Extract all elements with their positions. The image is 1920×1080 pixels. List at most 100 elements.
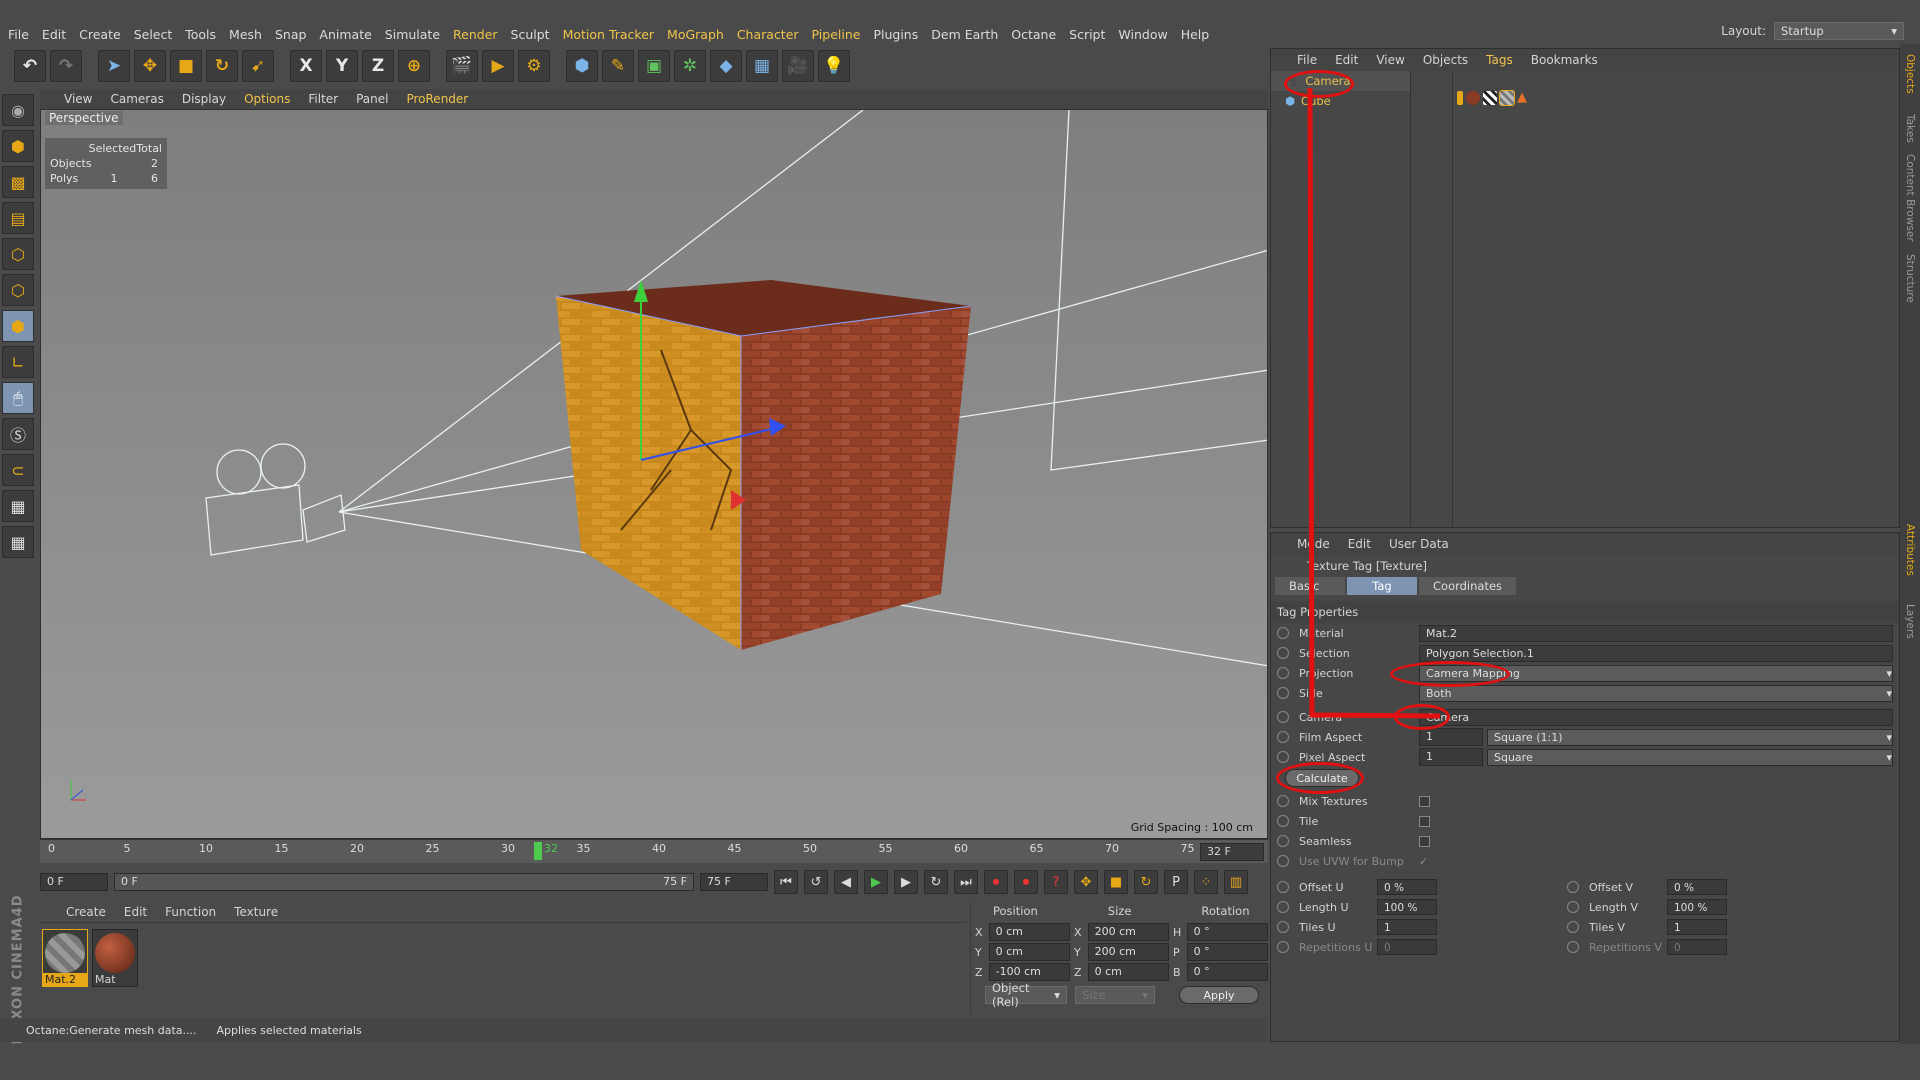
menu-snap[interactable]: Snap [275,27,306,42]
attribute-menu-user-data[interactable]: User Data [1389,537,1449,551]
material-mat[interactable]: Mat [92,929,138,987]
tweak-icon[interactable]: 🖱 [2,382,34,414]
apply-button[interactable]: Apply [1179,986,1259,1004]
size-field[interactable]: 200 cm [1087,923,1169,941]
previous-key-icon[interactable]: ↺ [804,870,828,894]
coordinate-system-icon[interactable]: ⊕ [398,50,430,82]
side-tab-attributes[interactable]: Attributes [1904,524,1916,576]
material-menu-texture[interactable]: Texture [234,905,278,919]
material-menu-edit[interactable]: Edit [124,905,147,919]
viewport-perspective[interactable]: Perspective Selected Total Objects 2 Polys… [40,109,1268,839]
subdivision-icon[interactable]: ▣ [638,50,670,82]
checker-tag-icon[interactable] [1483,91,1497,105]
menu-create[interactable]: Create [79,27,121,42]
play-icon[interactable]: ▶ [864,870,888,894]
deformer-icon[interactable]: ◆ [710,50,742,82]
material-menu-create[interactable]: Create [66,905,106,919]
menu-select[interactable]: Select [134,27,173,42]
key-parameter-icon[interactable]: P [1164,870,1188,894]
layout-select[interactable]: Startup ▾ [1774,22,1904,40]
playhead[interactable] [534,842,542,860]
menu-edit[interactable]: Edit [42,27,66,42]
floor-icon[interactable]: ▦ [746,50,778,82]
keyframe-selection-icon[interactable]: ? [1044,870,1068,894]
position-field[interactable]: 0 cm [988,943,1070,961]
timeline-ruler[interactable]: 0 5 10 15 20 25 30 35 40 45 50 55 60 65 70 75 32 32 F [40,839,1268,863]
planar-workplane-icon[interactable]: ▦ [2,526,34,558]
pen-spline-icon[interactable]: ✎ [602,50,634,82]
next-key-icon[interactable]: ↻ [924,870,948,894]
snap-icon[interactable]: Ⓢ [2,418,34,450]
viewport-menu-display[interactable]: Display [182,92,226,106]
workplane-lock-icon[interactable]: ▦ [2,490,34,522]
size-mode-select[interactable]: Size ▾ [1075,986,1155,1004]
repetitions-u-field[interactable]: 0 [1377,939,1437,955]
viewport-menu-cameras[interactable]: Cameras [110,92,163,106]
workplane-icon[interactable]: ▤ [2,202,34,234]
side-tab-layers[interactable]: Layers [1904,604,1916,639]
material-menu-function[interactable]: Function [165,905,216,919]
attribute-menu-edit[interactable]: Edit [1348,537,1371,551]
model-mode-icon[interactable]: ⬢ [2,130,34,162]
tile-checkbox[interactable] [1419,815,1430,827]
menu-sculpt[interactable]: Sculpt [511,27,550,42]
attribute-menu-mode[interactable]: Mode [1297,537,1330,551]
tiles-u-field[interactable]: 1 [1377,919,1437,935]
go-to-start-icon[interactable]: ⏮ [774,870,798,894]
side-tab-content-browser[interactable]: Content Browser [1904,154,1916,242]
polygons-mode-icon[interactable]: ⬢ [2,310,34,342]
record-icon[interactable]: ⏺ [984,870,1008,894]
object-menu-bookmarks[interactable]: Bookmarks [1531,53,1598,67]
rotate-icon[interactable]: ↻ [206,50,238,82]
array-icon[interactable]: ✲ [674,50,706,82]
autokey-icon[interactable]: ⏺ [1014,870,1038,894]
menu-window[interactable]: Window [1118,27,1167,42]
side-tab-structure[interactable]: Structure [1904,254,1916,303]
cube-primitive-icon[interactable]: ⬢ [566,50,598,82]
texture-tag-mat2-icon[interactable] [1499,90,1515,106]
size-field[interactable]: 0 cm [1087,963,1169,981]
menu-animate[interactable]: Animate [319,27,371,42]
start-frame-field[interactable]: 0 F [40,873,108,891]
position-field[interactable]: 0 cm [988,923,1070,941]
viewport-menu-prorender[interactable]: ProRender [406,92,468,106]
position-field[interactable]: -100 cm [988,963,1070,981]
previous-frame-icon[interactable]: ◀ [834,870,858,894]
object-menu-file[interactable]: File [1297,53,1317,67]
size-field[interactable]: 200 cm [1087,943,1169,961]
material-mat2[interactable]: Mat.2 [42,929,88,987]
tiles-v-field[interactable]: 1 [1667,919,1727,935]
viewport-menu-panel[interactable]: Panel [356,92,388,106]
menu-character[interactable]: Character [737,27,799,42]
recent-tool-icon[interactable]: ➹ [242,50,274,82]
checkmark-icon[interactable]: ✓ [1419,855,1428,868]
menu-mesh[interactable]: Mesh [229,27,262,42]
scale-icon[interactable]: ■ [170,50,202,82]
go-to-end-icon[interactable]: ⏭ [954,870,978,894]
edges-mode-icon[interactable]: ⬡ [2,274,34,306]
length-u-field[interactable]: 100 % [1377,899,1437,915]
mix-textures-checkbox[interactable] [1419,795,1430,807]
offset-v-field[interactable]: 0 % [1667,879,1727,895]
viewport-menu-options[interactable]: Options [244,92,290,106]
viewport-menu-filter[interactable]: Filter [308,92,338,106]
menu-plugins[interactable]: Plugins [873,27,918,42]
key-rotation-icon[interactable]: ↻ [1134,870,1158,894]
selection-tag-icon[interactable]: ▲ [1517,91,1531,105]
key-pla-icon[interactable]: ⁘ [1194,870,1218,894]
move-icon[interactable]: ✥ [134,50,166,82]
menu-dem-earth[interactable]: Dem Earth [931,27,998,42]
preview-range-slider[interactable]: 0 F 75 F [114,873,694,891]
menu-mograph[interactable]: MoGraph [667,27,724,42]
selection-field[interactable]: Polygon Selection.1 [1419,644,1893,662]
camera-icon[interactable]: 🎥 [782,50,814,82]
object-menu-objects[interactable]: Objects [1423,53,1468,67]
menu-render[interactable]: Render [453,27,498,42]
seamless-checkbox[interactable] [1419,835,1430,847]
menu-pipeline[interactable]: Pipeline [812,27,861,42]
pixel-aspect-select[interactable]: Square ▾ [1487,748,1893,766]
texture-tag-mat-icon[interactable] [1466,91,1480,105]
rotation-field[interactable]: 0 ° [1186,943,1268,961]
light-icon[interactable]: 💡 [818,50,850,82]
timeline-window-icon[interactable]: ▥ [1224,870,1248,894]
